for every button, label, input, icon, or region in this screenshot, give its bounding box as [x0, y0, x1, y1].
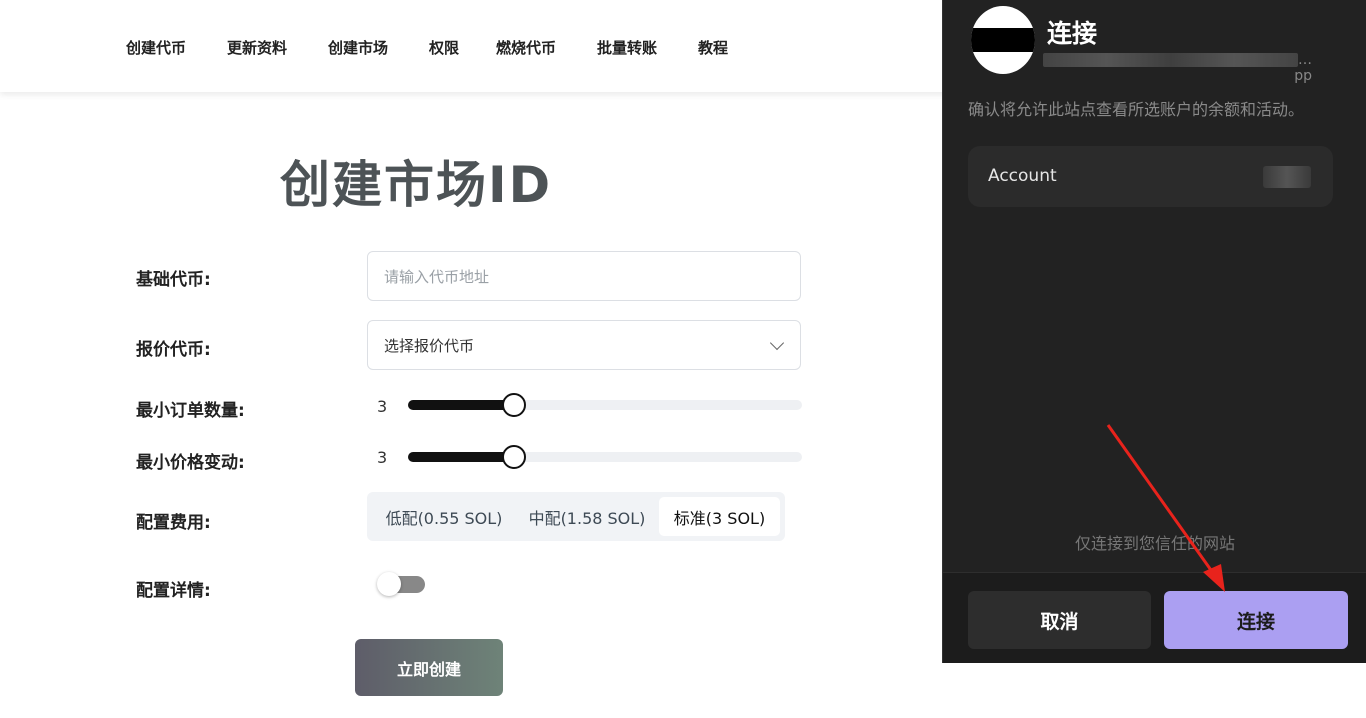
quote-token-select[interactable]: 选择报价代币	[367, 320, 801, 370]
wallet-connect-popup: 连接 …pp 确认将允许此站点查看所选账户的余额和活动。 Account 仅连接…	[942, 0, 1366, 663]
nav-item-tutorial[interactable]: 教程	[698, 37, 728, 58]
nav-item-create-market[interactable]: 创建市场	[328, 37, 388, 58]
avatar-stripe	[971, 28, 1035, 52]
connect-button[interactable]: 连接	[1164, 591, 1348, 649]
account-address-redacted	[1263, 166, 1311, 188]
fee-option-low[interactable]: 低配(0.55 SOL)	[375, 497, 513, 536]
account-label: Account	[988, 166, 1057, 186]
toggle-knob	[377, 572, 401, 596]
wallet-footer: 取消 连接	[943, 572, 1366, 663]
create-button[interactable]: 立即创建	[355, 639, 503, 696]
nav-item-update-profile[interactable]: 更新资料	[227, 37, 287, 58]
min-order-slider-fill	[408, 400, 514, 410]
domain-redacted	[1043, 53, 1298, 67]
nav-item-burn-token[interactable]: 燃烧代币	[496, 37, 556, 58]
base-token-placeholder: 请输入代币地址	[384, 267, 490, 286]
min-price-value: 3	[377, 448, 388, 467]
chevron-down-icon	[769, 335, 785, 351]
min-order-value: 3	[377, 397, 388, 416]
wallet-description: 确认将允许此站点查看所选账户的余额和活动。	[968, 100, 1305, 119]
min-order-label: 最小订单数量:	[136, 401, 245, 421]
quote-token-label: 报价代币:	[136, 340, 211, 360]
min-order-slider-thumb[interactable]	[502, 393, 526, 417]
min-price-slider-thumb[interactable]	[502, 445, 526, 469]
page-title: 创建市场ID	[280, 156, 553, 214]
base-token-label: 基础代币:	[136, 270, 211, 290]
nav-item-permissions[interactable]: 权限	[429, 37, 459, 58]
nav-item-batch-transfer[interactable]: 批量转账	[597, 37, 657, 58]
fee-segmented-control: 低配(0.55 SOL) 中配(1.58 SOL) 标准(3 SOL)	[367, 492, 785, 541]
min-price-slider[interactable]	[408, 445, 802, 469]
site-avatar	[971, 6, 1035, 74]
fee-label: 配置费用:	[136, 513, 211, 533]
min-price-slider-fill	[408, 452, 514, 462]
fee-option-mid[interactable]: 中配(1.58 SOL)	[517, 497, 657, 536]
quote-token-value: 选择报价代币	[384, 336, 475, 355]
min-price-label: 最小价格变动:	[136, 453, 245, 473]
min-order-slider[interactable]	[408, 393, 802, 417]
fee-option-standard[interactable]: 标准(3 SOL)	[659, 497, 780, 536]
details-toggle[interactable]	[377, 572, 425, 596]
details-label: 配置详情:	[136, 581, 211, 601]
trust-note: 仅连接到您信任的网站	[1074, 534, 1235, 553]
cancel-button[interactable]: 取消	[968, 591, 1151, 649]
page: 创建代币 更新资料 创建市场 权限 燃烧代币 批量转账 教程 创建市场ID 基础…	[0, 0, 1366, 718]
nav-item-create-token[interactable]: 创建代币	[126, 37, 186, 58]
account-selector[interactable]: Account	[968, 146, 1333, 207]
wallet-title: 连接	[1047, 19, 1098, 48]
base-token-input[interactable]: 请输入代币地址	[367, 251, 801, 301]
site-domain: …pp	[1037, 52, 1312, 84]
